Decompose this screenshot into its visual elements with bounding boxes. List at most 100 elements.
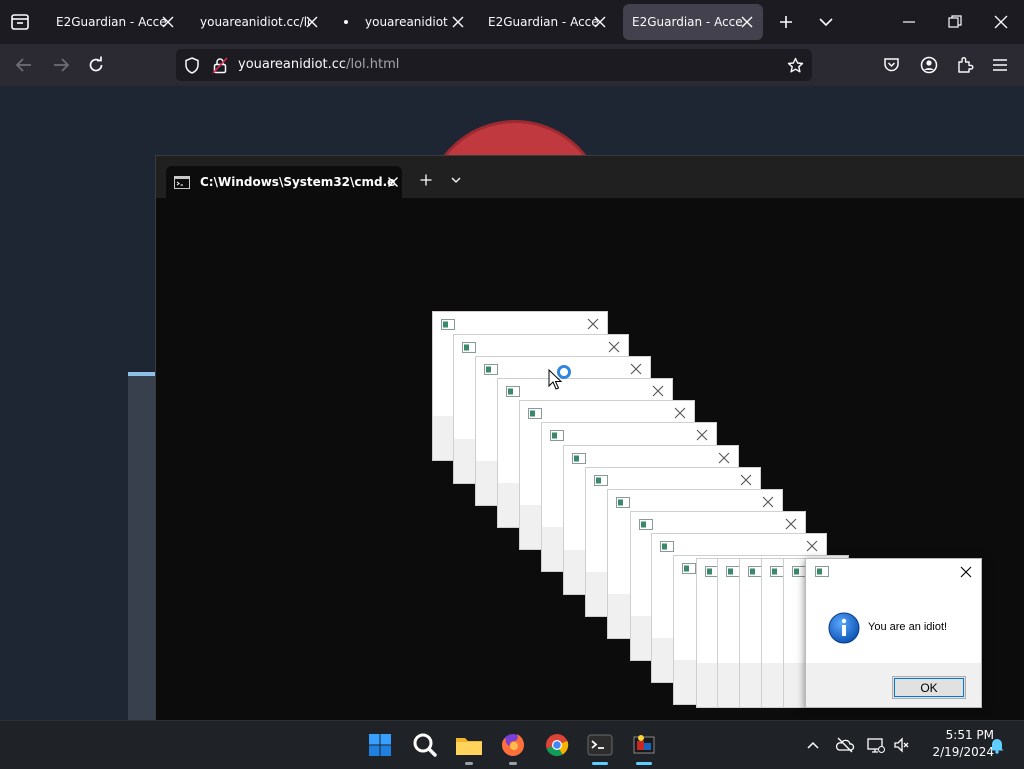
running-indicator <box>509 762 517 765</box>
app-icon <box>572 453 586 464</box>
new-tab-icon[interactable] <box>420 174 432 186</box>
tab-label: E2Guardian - Access Denied <box>632 15 742 29</box>
close-icon[interactable] <box>762 496 774 508</box>
app-icon <box>506 386 520 397</box>
close-window-icon[interactable] <box>994 15 1008 29</box>
chevron-up-icon[interactable] <box>803 735 823 755</box>
firefox-button[interactable] <box>497 729 529 765</box>
url-text[interactable]: youareanidiot.cc/lol.html <box>238 49 399 81</box>
browser-tab-bar: E2Guardian - Access Denied youareanidiot… <box>0 0 1024 44</box>
forward-arrow-icon[interactable] <box>52 57 70 73</box>
tab-e2guardian-3[interactable]: E2Guardian - Access Denied <box>623 4 763 40</box>
close-icon[interactable] <box>587 318 599 330</box>
close-icon[interactable] <box>739 14 755 30</box>
taskbar: 5:51 PM 2/19/2024 <box>0 720 1024 769</box>
app-icon <box>639 519 653 530</box>
app-icon <box>462 342 476 353</box>
bookmark-star-icon[interactable] <box>787 57 804 74</box>
app-icon <box>616 497 630 508</box>
menu-icon[interactable] <box>992 58 1008 72</box>
cmd-icon <box>174 176 190 189</box>
active-indicator <box>636 762 652 765</box>
close-icon[interactable] <box>785 518 797 530</box>
volume-muted-icon[interactable] <box>892 735 912 755</box>
shield-icon[interactable] <box>184 57 200 74</box>
firefox-icon <box>502 734 524 756</box>
attention-dot-icon <box>344 20 348 24</box>
pocket-icon[interactable] <box>883 57 900 73</box>
browser-nav-bar: youareanidiot.cc/lol.html <box>0 44 1024 86</box>
account-icon[interactable] <box>920 56 938 74</box>
app-icon <box>528 408 542 419</box>
terminal-tab-bar: C:\Windows\System32\cmd.e <box>156 156 1024 198</box>
search-button[interactable] <box>409 729 441 761</box>
close-icon[interactable] <box>806 540 818 552</box>
close-icon[interactable] <box>674 407 686 419</box>
tab-youareanidiot-1[interactable]: youareanidiot.cc/lol.html <box>188 4 328 40</box>
app-icon <box>770 566 784 577</box>
start-button[interactable] <box>364 729 396 761</box>
terminal-button[interactable] <box>584 729 616 765</box>
close-icon[interactable] <box>740 474 752 486</box>
close-icon[interactable] <box>608 341 620 353</box>
app-icon <box>441 319 455 330</box>
close-icon[interactable] <box>718 452 730 464</box>
message-box-dialog: You are an idiot! OK <box>805 558 982 708</box>
tab-youareanidiot-2[interactable]: youareanidiot.cc/lol.html <box>344 4 474 40</box>
chevron-down-icon[interactable] <box>818 15 834 29</box>
restore-icon[interactable] <box>948 15 962 29</box>
tab-e2guardian-1[interactable]: E2Guardian - Access Denied <box>44 4 184 40</box>
url-path: /lol.html <box>346 57 400 72</box>
close-icon[interactable] <box>652 385 664 397</box>
new-tab-icon[interactable] <box>778 14 794 30</box>
notification-bell-icon[interactable] <box>987 735 1007 755</box>
file-explorer-icon <box>456 738 482 755</box>
close-icon[interactable] <box>592 14 608 30</box>
lock-warning-icon[interactable] <box>212 57 228 74</box>
close-icon[interactable] <box>450 14 466 30</box>
app-icon <box>484 364 498 375</box>
minimize-icon[interactable] <box>902 16 916 28</box>
back-arrow-icon[interactable] <box>15 57 33 73</box>
app-icon <box>792 566 806 577</box>
onedrive-offline-icon[interactable] <box>835 735 855 755</box>
app-icon <box>815 566 829 577</box>
app-button[interactable] <box>628 729 660 765</box>
app-icon <box>550 430 564 441</box>
terminal-tab[interactable]: C:\Windows\System32\cmd.e <box>166 166 402 198</box>
close-icon[interactable] <box>696 429 708 441</box>
tab-label: youareanidiot.cc/lol.html <box>365 15 449 29</box>
close-icon[interactable] <box>160 14 176 30</box>
app-icon <box>682 563 696 574</box>
extensions-icon[interactable] <box>956 56 974 74</box>
file-explorer-button[interactable] <box>453 729 485 765</box>
app-icon <box>594 475 608 486</box>
loading-spinner-icon <box>557 365 571 379</box>
network-icon[interactable] <box>866 735 886 755</box>
page-side-panel <box>128 372 156 720</box>
info-icon <box>828 612 860 644</box>
close-icon[interactable] <box>630 363 642 375</box>
app-icon <box>633 735 655 754</box>
close-icon[interactable] <box>387 176 399 188</box>
tab-label: E2Guardian - Access Denied <box>488 15 598 29</box>
tab-label: youareanidiot.cc/lol.html <box>200 15 310 29</box>
chevron-down-icon[interactable] <box>451 177 461 184</box>
url-host: youareanidiot.cc <box>238 57 347 72</box>
search-icon <box>413 733 437 757</box>
chrome-icon <box>546 734 569 757</box>
ok-button[interactable]: OK <box>892 676 966 699</box>
url-bar[interactable]: youareanidiot.cc/lol.html <box>176 49 812 81</box>
clock-date[interactable]: 2/19/2024 <box>914 745 994 759</box>
app-icon <box>660 541 674 552</box>
close-icon[interactable] <box>304 14 320 30</box>
reload-icon[interactable] <box>87 56 105 74</box>
close-icon[interactable] <box>960 566 972 578</box>
app-icon <box>748 566 762 577</box>
tab-label: E2Guardian - Access Denied <box>56 15 166 29</box>
terminal-tab-label: C:\Windows\System32\cmd.e <box>200 175 396 189</box>
chrome-button[interactable] <box>541 729 573 761</box>
firefox-view-icon[interactable] <box>11 14 29 30</box>
tab-e2guardian-2[interactable]: E2Guardian - Access Denied <box>476 4 616 40</box>
clock-time[interactable]: 5:51 PM <box>924 728 994 742</box>
